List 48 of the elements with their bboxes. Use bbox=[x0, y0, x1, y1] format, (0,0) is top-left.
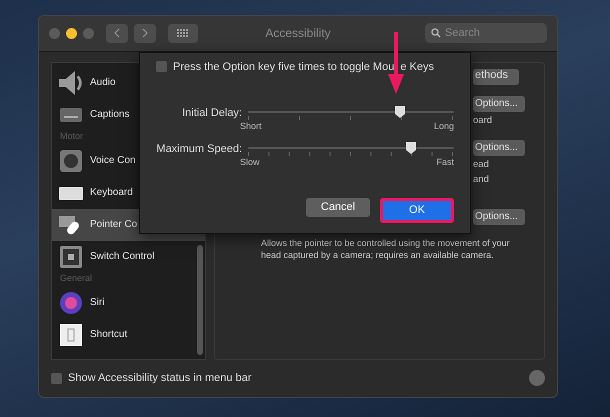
back-button[interactable] bbox=[106, 24, 128, 43]
description-text: ead bbox=[473, 158, 490, 171]
sidebar-item[interactable]: Keyboard bbox=[52, 176, 205, 209]
document-icon bbox=[59, 322, 83, 347]
description-text: Allows the pointer to be controlled using the movement of your head captured by a camera; requires an available camera. bbox=[261, 236, 511, 261]
slider-label: Maximum Speed: bbox=[156, 142, 242, 155]
slider-thumb[interactable] bbox=[404, 140, 417, 155]
checkbox[interactable] bbox=[156, 61, 167, 72]
options-button[interactable]: Options... bbox=[473, 140, 525, 156]
sidebar-item[interactable]: Siri bbox=[52, 286, 205, 319]
scrollbar[interactable] bbox=[197, 244, 203, 355]
description-text: and bbox=[473, 174, 490, 186]
switch-icon bbox=[59, 244, 83, 269]
options-button[interactable]: Options... bbox=[473, 208, 525, 225]
grid-icon bbox=[177, 29, 189, 38]
search-icon bbox=[431, 28, 441, 38]
slider-min-label: Short bbox=[240, 120, 262, 131]
search-input[interactable]: Search bbox=[445, 27, 541, 40]
description-text: oard bbox=[473, 114, 494, 127]
options-button[interactable]: Options... bbox=[473, 96, 525, 112]
window-title: Accessibility bbox=[265, 26, 331, 40]
slider-max-label: Long bbox=[434, 120, 454, 131]
slider-thumb[interactable] bbox=[394, 104, 406, 119]
checkbox-label: Press the Option key five times to toggle Mou bbox=[173, 60, 394, 73]
slider-track[interactable] bbox=[248, 104, 454, 121]
section-header: General bbox=[59, 272, 94, 285]
chevron-left-icon bbox=[113, 28, 121, 38]
tab[interactable]: ethods bbox=[473, 68, 519, 85]
checkbox[interactable] bbox=[51, 372, 62, 384]
search-field[interactable]: Search bbox=[425, 23, 547, 44]
ok-button[interactable]: OK bbox=[380, 198, 454, 223]
slider-max-label: Fast bbox=[436, 156, 454, 167]
speaker-icon bbox=[59, 70, 83, 95]
slider-label: Initial Delay: bbox=[181, 106, 242, 119]
orb-icon bbox=[59, 290, 83, 315]
slider-track[interactable] bbox=[248, 140, 454, 157]
sidebar-item[interactable]: Shortcut bbox=[52, 318, 205, 351]
sidebar-item[interactable]: Switch Control bbox=[52, 240, 205, 273]
section-header: Motor bbox=[59, 130, 84, 143]
minimize-button[interactable] bbox=[66, 28, 77, 39]
help-button[interactable] bbox=[529, 370, 545, 386]
grid-button[interactable] bbox=[168, 24, 198, 43]
cancel-button[interactable]: Cancel bbox=[306, 198, 370, 217]
checkbox-label: Show Accessibility status in menu bar bbox=[68, 372, 252, 384]
forward-button[interactable] bbox=[134, 24, 156, 43]
chevron-right-icon bbox=[141, 28, 149, 38]
slider-min-label: Slow bbox=[240, 156, 260, 167]
checkbox-label: e Keys bbox=[400, 60, 434, 73]
